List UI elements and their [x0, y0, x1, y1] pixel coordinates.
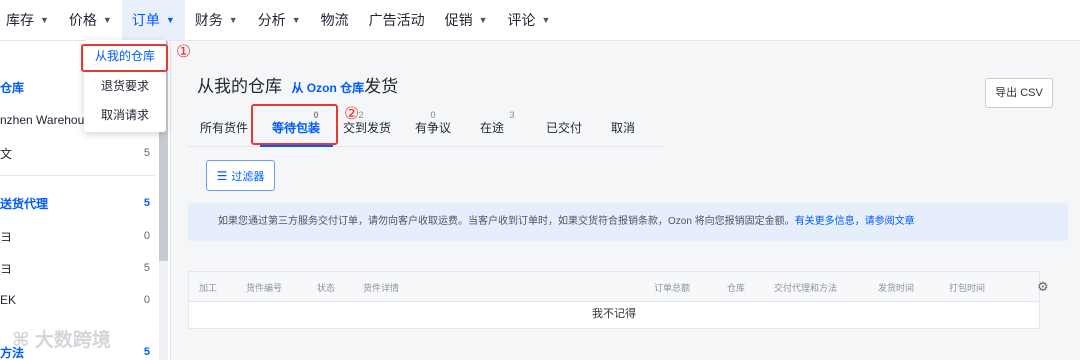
filter-icon: ☰	[216, 168, 228, 183]
main-content: 从我的仓库 从 Ozon 仓库发货 导出 CSV 所有货件 0 等待包装 2 交到发…	[170, 41, 1080, 360]
filter-button-label: 过滤器	[231, 170, 265, 183]
nav-prices-label: 价格	[68, 12, 97, 28]
highlight-box	[251, 104, 338, 145]
nav-reviews-label: 评论	[507, 12, 536, 28]
sidebar-item-label: ヨ	[0, 229, 13, 244]
sidebar-item-count: 5	[143, 197, 150, 209]
menu-item-cancel-requests[interactable]: 取消请求	[84, 104, 166, 126]
table-header-cell[interactable]: 状态	[317, 281, 335, 294]
table-header-cell[interactable]: 货件编号	[246, 281, 282, 294]
tab-count: 0	[430, 110, 436, 120]
sidebar-item-label: EK	[0, 293, 17, 307]
sidebar-item[interactable]: 文5	[0, 143, 150, 163]
sidebar-item-label: 仓库	[0, 80, 25, 95]
nav-logistics-label: 物流	[320, 12, 349, 28]
top-navigation: 库存 ▼ 价格 ▼ 订单 ▼ 财务 ▼ 分析 ▼ 物流 广告活动 促销 ▼ 评论 ▼	[0, 0, 1080, 41]
tab-all-shipments[interactable]: 所有货件	[200, 119, 248, 136]
table-header-cell[interactable]: 订单总额	[654, 281, 690, 294]
nav-finance-label: 财务	[194, 12, 223, 28]
nav-inventory[interactable]: 库存 ▼	[0, 0, 59, 40]
chevron-down-icon: ▼	[478, 15, 488, 25]
sidebar-item[interactable]: ヨ0	[0, 226, 150, 246]
page-title: 从我的仓库 从 Ozon 仓库发货	[197, 72, 398, 97]
page-title-link[interactable]: 从 Ozon 仓库	[291, 81, 364, 95]
sidebar-item[interactable]: EK 0	[0, 290, 150, 310]
sidebar-item-label: ヨ	[0, 261, 13, 276]
page-title-text: 从我的仓库	[197, 77, 282, 96]
tab-delivered[interactable]: 已交付	[546, 119, 582, 136]
column-settings-icon[interactable]: ⚙	[1037, 279, 1049, 295]
sidebar-item[interactable]: ヨ5	[0, 258, 150, 278]
nav-inventory-label: 库存	[6, 12, 34, 28]
table-header-cell[interactable]: 交付代理和方法	[774, 281, 837, 294]
sidebar-item-label: 送货代理	[0, 196, 49, 211]
watermark: ⌘ 大数跨境	[12, 330, 111, 351]
sidebar-item-label: nzhen Warehouse	[0, 113, 97, 127]
table-empty-state: 我不记得	[592, 308, 636, 320]
info-banner-text: 如果您通过第三方服务交付订单，请勿向客户收取运费。当客户收到订单时，如果交货符合…	[218, 216, 795, 227]
nav-promotions-label: 促销	[444, 12, 473, 28]
nav-orders-label: 订单	[131, 12, 160, 28]
export-csv-button[interactable]: 导出 CSV	[985, 78, 1053, 108]
nav-logistics[interactable]: 物流	[311, 0, 359, 40]
table-header-cell[interactable]: 仓库	[727, 281, 745, 294]
chevron-down-icon: ▼	[541, 15, 551, 25]
info-banner: 如果您通过第三方服务交付订单，请勿向客户收取运费。当客户收到订单时，如果交货符合…	[188, 203, 1068, 241]
tab-label: 所有货件	[200, 121, 249, 135]
sidebar-item-count: 0	[143, 230, 150, 242]
annotation-marker: ②	[344, 104, 360, 124]
sidebar-item-count: 5	[143, 346, 150, 358]
filter-button[interactable]: ☰ 过滤器	[206, 160, 275, 191]
tab-count: 3	[509, 110, 515, 120]
table-header-cell[interactable]: 货件详情	[363, 281, 399, 294]
nav-ad-campaigns-label: 广告活动	[368, 12, 425, 28]
tab-label: 取消	[611, 121, 636, 135]
chevron-down-icon: ▼	[228, 15, 238, 25]
nav-prices[interactable]: 价格 ▼	[59, 0, 122, 40]
watermark-text: 大数跨境	[34, 330, 111, 351]
info-banner-link[interactable]: 有关更多信息，请参阅文章	[795, 216, 915, 227]
tab-in-transit[interactable]: 3 在途	[480, 110, 515, 136]
shipments-table: 加工 货件编号 状态 货件详情 订单总额 仓库 交付代理和方法 发货时间 打包时…	[188, 271, 1049, 329]
nav-analytics-label: 分析	[257, 12, 286, 28]
table-header-row: 加工 货件编号 状态 货件详情 订单总额 仓库 交付代理和方法 发货时间 打包时…	[189, 272, 1049, 302]
sidebar-item-count: 0	[143, 294, 150, 306]
tab-label: 有争议	[415, 121, 452, 135]
annotation-marker: ①	[176, 42, 192, 62]
chevron-down-icon: ▼	[40, 15, 49, 25]
nav-reviews[interactable]: 评论 ▼	[498, 0, 561, 40]
sidebar-divider	[0, 175, 155, 176]
table-header-cell[interactable]: 加工	[199, 281, 217, 294]
nav-finance[interactable]: 财务 ▼	[185, 0, 248, 40]
nav-analytics[interactable]: 分析 ▼	[248, 0, 311, 40]
nav-orders[interactable]: 订单 ▼	[121, 0, 185, 40]
chevron-down-icon: ▼	[165, 15, 175, 25]
highlight-box	[81, 44, 168, 72]
nav-promotions[interactable]: 促销 ▼	[435, 0, 498, 40]
sidebar-item-label: 文	[0, 146, 13, 161]
sidebar-item-count: 5	[143, 262, 150, 274]
table-header-cell[interactable]: 打包时间	[949, 281, 985, 294]
tab-label: 已交付	[546, 121, 583, 135]
tab-cancelled[interactable]: 取消	[611, 119, 635, 136]
page-title-suffix: 发货	[364, 77, 399, 96]
table-header-cell[interactable]: 发货时间	[878, 281, 914, 294]
chevron-down-icon: ▼	[102, 15, 112, 25]
sidebar-item[interactable]: 送货代理 5	[0, 193, 150, 213]
nav-ad-campaigns[interactable]: 广告活动	[359, 0, 435, 40]
tab-disputed[interactable]: 0 有争议	[415, 110, 452, 136]
sidebar-item-count: 5	[143, 147, 150, 159]
chevron-down-icon: ▼	[291, 15, 301, 25]
menu-item-return-requests[interactable]: 退货要求	[84, 75, 166, 97]
tab-label: 在途	[480, 121, 505, 135]
